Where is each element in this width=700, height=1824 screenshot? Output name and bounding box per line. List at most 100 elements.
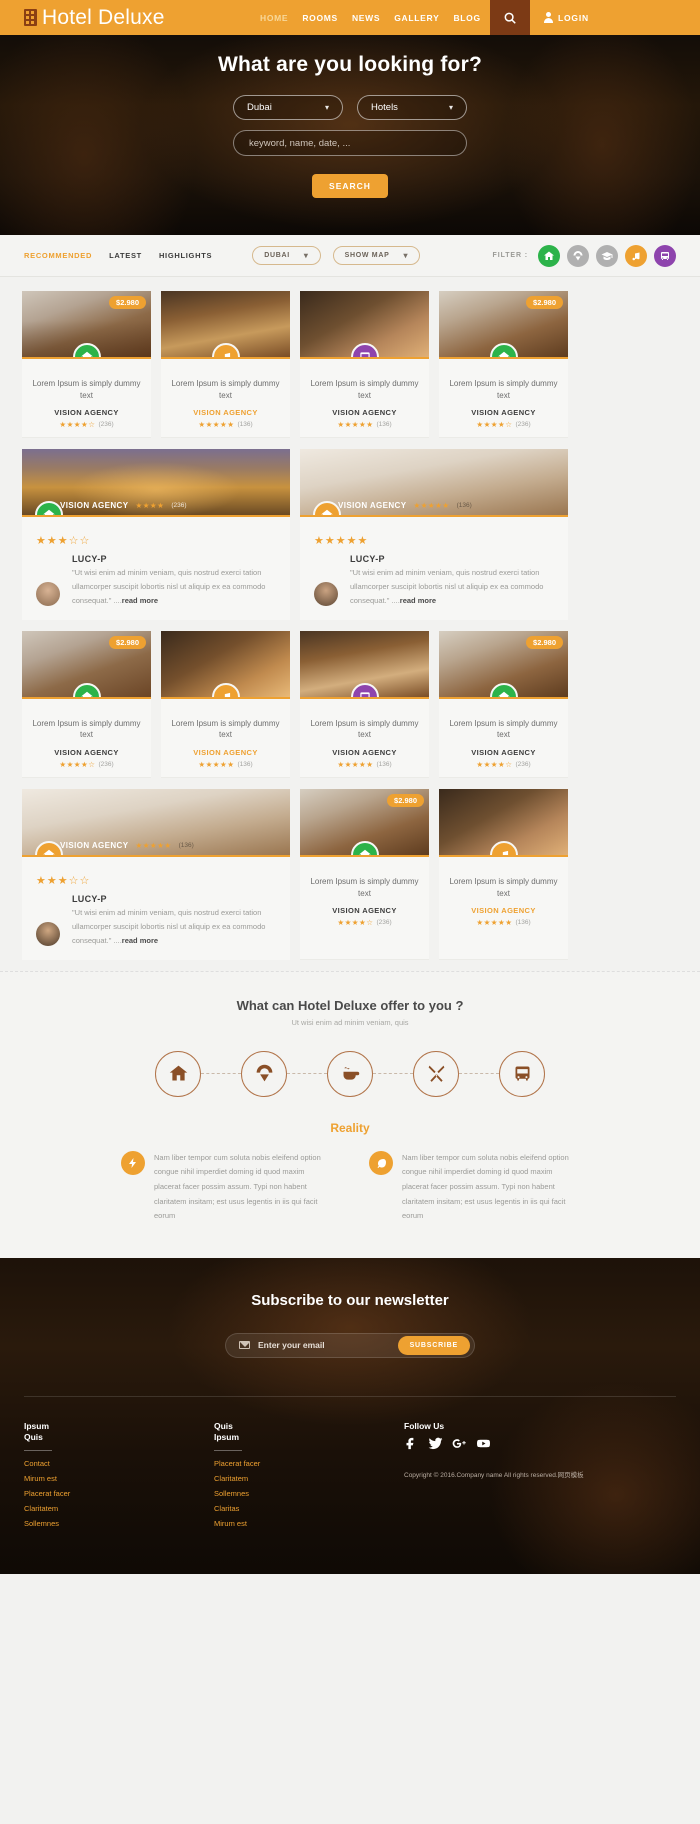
filter-bus-icon[interactable]	[654, 244, 676, 267]
filter-parachute-icon[interactable]	[567, 244, 589, 267]
read-more-link[interactable]: read more	[122, 596, 158, 605]
offer-steps	[0, 1050, 700, 1097]
listing-image	[300, 291, 429, 359]
footer-link-claritatem[interactable]: Claritatem	[24, 1504, 214, 1513]
footer-link-sollemnes[interactable]: Sollemnes	[214, 1489, 404, 1498]
listing-rating: ★★★★☆ (236)	[308, 918, 421, 927]
copyright-text: Copyright © 2016.Company name All rights…	[404, 1472, 584, 1480]
main-nav: HOME ROOMS NEWS GALLERY BLOG	[260, 13, 490, 23]
listing-image: $2.980	[22, 291, 151, 359]
listing-card[interactable]: Lorem Ipsum is simply dummy text VISION …	[161, 291, 290, 439]
review-count: (236)	[171, 502, 187, 510]
footer-link-contact[interactable]: Contact	[24, 1459, 214, 1468]
reality-heading: Reality	[330, 1120, 370, 1135]
search-icon[interactable]	[490, 0, 530, 35]
city-filter-pill[interactable]: DUBAI ▾	[252, 246, 321, 265]
footer-link-placerat-facer[interactable]: Placerat facer	[24, 1489, 214, 1498]
keyword-placeholder: keyword, name, date, ...	[249, 137, 351, 149]
youtube-icon[interactable]	[476, 1436, 491, 1456]
listing-title: Lorem Ipsum is simply dummy text	[449, 718, 558, 740]
nav-item-blog[interactable]: BLOG	[453, 13, 480, 23]
brand-name: Hotel Deluxe	[42, 5, 165, 29]
step-home-icon[interactable]	[155, 1050, 201, 1097]
star-rating: ★★★★★	[337, 420, 374, 430]
tab-recommended[interactable]: RECOMMENDED	[24, 251, 92, 260]
footer-column-ipsum-quis: Ipsum Quis Contact Mirum est Placerat fa…	[24, 1421, 214, 1534]
chevron-down-icon: ▾	[448, 103, 453, 112]
step-coffee-icon[interactable]	[327, 1050, 373, 1097]
nav-item-gallery[interactable]: GALLERY	[394, 13, 439, 23]
nav-item-home[interactable]: HOME	[260, 13, 288, 23]
email-input[interactable]: Enter your email	[258, 1340, 398, 1350]
keyword-input[interactable]: keyword, name, date, ...	[233, 130, 467, 156]
show-map-pill[interactable]: SHOW MAP ▾	[332, 246, 421, 265]
listing-image	[161, 630, 290, 699]
review-count: (236)	[376, 919, 392, 927]
footer-link-sollemnes[interactable]: Sollemnes	[24, 1519, 214, 1528]
filter-graduation-icon[interactable]	[596, 244, 618, 267]
nav-item-rooms[interactable]: ROOMS	[302, 13, 338, 23]
nav-item-news[interactable]: NEWS	[352, 13, 380, 23]
listing-agency: VISION AGENCY	[471, 906, 536, 916]
twitter-icon[interactable]	[428, 1436, 443, 1456]
review-agency: VISION AGENCY	[60, 501, 129, 511]
review-card[interactable]: VISION AGENCY ★★★★★ (136) ★★★★★ LUCY-P "…	[300, 449, 568, 620]
filter-home-icon[interactable]	[538, 244, 560, 267]
listing-rating: ★★★★★ (136)	[169, 420, 282, 429]
filter-music-icon[interactable]	[625, 244, 647, 267]
filter-pills: DUBAI ▾ SHOW MAP ▾	[252, 246, 421, 265]
listing-title: Lorem Ipsum is simply dummy text	[449, 379, 558, 400]
listing-card[interactable]: $2.980 Lorem Ipsum is simply dummy text …	[300, 789, 429, 960]
step-connector	[373, 1073, 413, 1075]
offer-title: What can Hotel Deluxe offer to you ?	[236, 997, 464, 1013]
listing-card[interactable]: Lorem Ipsum is simply dummy text VISION …	[161, 630, 290, 778]
footer-link-mirum-est[interactable]: Mirum est	[24, 1474, 214, 1483]
review-star-rating: ★★★☆☆	[36, 875, 91, 887]
listing-card[interactable]: $2.980 Lorem Ipsum is simply dummy text …	[22, 630, 151, 778]
google-plus-icon[interactable]	[452, 1436, 467, 1456]
listing-title: Lorem Ipsum is simply dummy text	[310, 718, 419, 740]
read-more-link[interactable]: read more	[122, 936, 158, 945]
step-parachute-icon[interactable]	[241, 1050, 287, 1097]
review-card[interactable]: VISION AGENCY ★★★★ (236) ★★★☆☆ LUCY-P "U…	[22, 449, 290, 620]
listing-card[interactable]: Lorem Ipsum is simply dummy text VISION …	[439, 789, 568, 960]
city-select[interactable]: Dubai ▾	[233, 95, 343, 120]
search-submit-button[interactable]: SEARCH	[312, 174, 388, 198]
listing-agency: VISION AGENCY	[54, 748, 119, 757]
listing-image	[161, 291, 290, 359]
tab-latest[interactable]: LATEST	[109, 251, 142, 260]
review-count: (136)	[178, 842, 194, 849]
login-button[interactable]: LOGIN	[530, 0, 700, 35]
facebook-icon[interactable]	[404, 1436, 419, 1456]
sort-tabs: RECOMMENDED LATEST HIGHLIGHTS	[24, 251, 212, 260]
step-cutlery-icon[interactable]	[413, 1050, 459, 1097]
tab-highlights[interactable]: HIGHLIGHTS	[159, 251, 212, 260]
footer-column-quis-ipsum: Quis Ipsum Placerat facer Claritatem Sol…	[214, 1421, 404, 1534]
review-text: "Ut wisi enim ad minim veniam, quis nost…	[72, 908, 266, 945]
footer-heading-rule	[24, 1449, 52, 1451]
listing-rating: ★★★★★ (136)	[169, 760, 282, 769]
subscribe-button[interactable]: SUBSCRIBE	[397, 1335, 470, 1355]
listing-card[interactable]: Lorem Ipsum is simply dummy text VISION …	[300, 630, 429, 778]
listing-card[interactable]: $2.980 Lorem Ipsum is simply dummy text …	[439, 291, 568, 439]
step-bus-icon[interactable]	[499, 1050, 545, 1097]
listing-grid: $2.980 Lorem Ipsum is simply dummy text …	[0, 277, 700, 960]
listing-rating: ★★★★☆ (236)	[30, 420, 143, 429]
footer-link-claritas[interactable]: Claritas	[214, 1504, 404, 1513]
review-body: ★★★★★ LUCY-P "Ut wisi enim ad minim veni…	[300, 517, 568, 620]
listing-image: $2.980	[439, 291, 568, 359]
listing-card[interactable]: Lorem Ipsum is simply dummy text VISION …	[300, 291, 429, 439]
footer-link-placerat-facer[interactable]: Placerat facer	[214, 1459, 404, 1468]
listing-row: VISION AGENCY ★★★★ (236) ★★★☆☆ LUCY-P "U…	[22, 449, 678, 620]
listing-card[interactable]: $2.980 Lorem Ipsum is simply dummy text …	[22, 291, 151, 439]
review-agency: VISION AGENCY	[338, 501, 407, 511]
type-select[interactable]: Hotels ▾	[357, 95, 467, 120]
listing-card[interactable]: $2.980 Lorem Ipsum is simply dummy text …	[439, 630, 568, 778]
footer-link-claritatem[interactable]: Claritatem	[214, 1474, 404, 1483]
review-card[interactable]: VISION AGENCY ★★★★★ (136) ★★★☆☆ LUCY-P "…	[22, 789, 290, 960]
footer-link-mirum-est[interactable]: Mirum est	[214, 1519, 404, 1528]
read-more-link[interactable]: read more	[400, 596, 436, 605]
review-count: (136)	[456, 502, 472, 510]
show-map-label: SHOW MAP	[344, 252, 390, 259]
brand-logo[interactable]: Hotel Deluxe	[0, 6, 260, 30]
